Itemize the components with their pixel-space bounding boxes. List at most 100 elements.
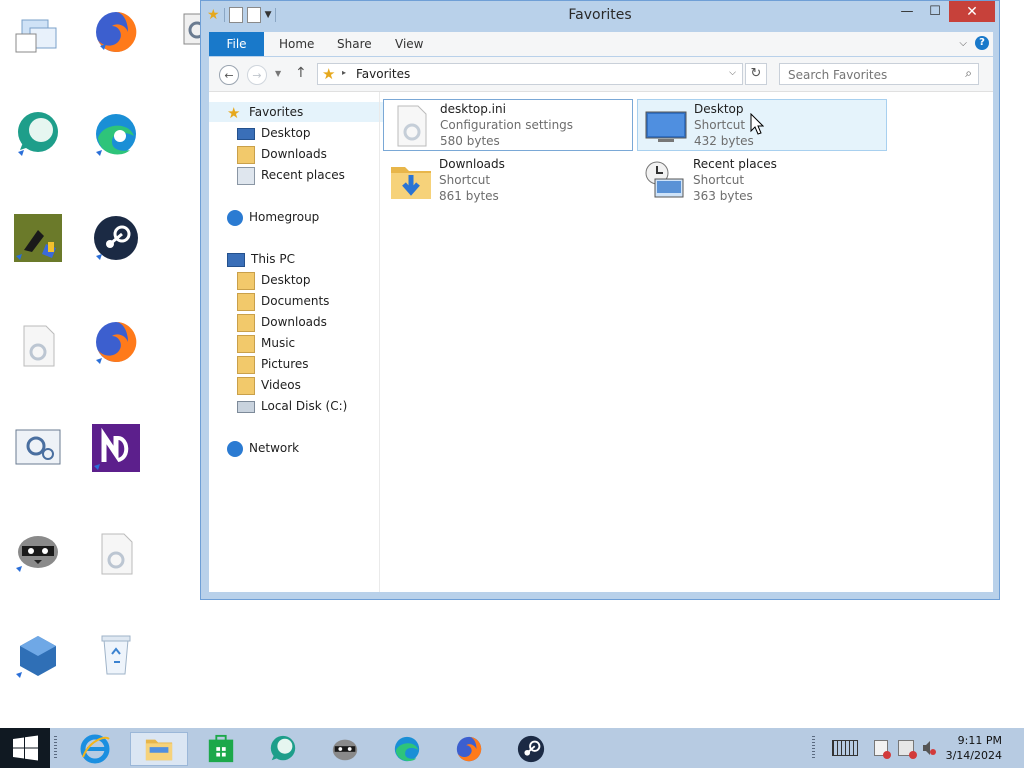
steam-icon[interactable] bbox=[92, 214, 140, 262]
taskbar-file-explorer[interactable] bbox=[130, 732, 188, 766]
taskbar-internet-explorer[interactable] bbox=[66, 732, 124, 766]
firefox-icon bbox=[456, 736, 482, 762]
sidebar-item-homegroup[interactable]: Homegroup bbox=[227, 207, 319, 227]
address-bar[interactable]: ★ ▸ Favorites ⌵ bbox=[317, 63, 743, 85]
keyboard-icon[interactable] bbox=[832, 740, 858, 756]
taskbar-firefox[interactable] bbox=[440, 732, 498, 766]
search-box: ⌕ bbox=[779, 63, 979, 85]
sidebar-item-local-disk[interactable]: Local Disk (C:) bbox=[237, 396, 347, 416]
minimize-button[interactable]: — bbox=[893, 1, 921, 21]
chess-game-icon[interactable] bbox=[14, 214, 62, 262]
file-item[interactable]: Recent places Shortcut 363 bytes bbox=[637, 155, 887, 207]
recent-places-icon bbox=[645, 161, 684, 198]
tray-grip[interactable] bbox=[812, 736, 815, 760]
close-button[interactable]: ✕ bbox=[949, 1, 995, 22]
file-name: Recent places bbox=[693, 157, 777, 171]
taskbar-edge[interactable] bbox=[378, 732, 436, 766]
address-dropdown-icon[interactable]: ⌵ bbox=[729, 68, 736, 78]
edge-icon[interactable] bbox=[92, 110, 140, 158]
sidebar-item-this-pc[interactable]: This PC bbox=[227, 249, 295, 269]
maximize-button[interactable]: ☐ bbox=[921, 1, 949, 21]
recent-locations-icon[interactable]: ▼ bbox=[275, 69, 281, 78]
taskbar-grip[interactable] bbox=[54, 736, 57, 760]
search-icon[interactable]: ⌕ bbox=[965, 66, 972, 81]
virtualbox-icon[interactable] bbox=[14, 632, 62, 680]
notepadplusplus-icon[interactable] bbox=[92, 424, 140, 472]
clock-time: 9:11 PM bbox=[957, 734, 1002, 747]
network-status-icon[interactable] bbox=[898, 740, 917, 759]
up-arrow-icon[interactable]: ↑ bbox=[295, 65, 307, 81]
tab-file[interactable]: File bbox=[209, 32, 264, 56]
volume-muted-icon[interactable] bbox=[922, 740, 936, 756]
file-size: 861 bytes bbox=[439, 189, 499, 203]
config-file-icon bbox=[397, 105, 427, 147]
clock[interactable]: 9:11 PM 3/14/2024 bbox=[946, 733, 1002, 763]
firefox-icon[interactable] bbox=[92, 318, 140, 366]
back-button[interactable]: ← bbox=[219, 65, 239, 85]
breadcrumb[interactable]: Favorites bbox=[356, 67, 410, 81]
content-area: ★ Favorites Desktop Downloads Recent plac… bbox=[209, 92, 993, 592]
forward-button[interactable]: → bbox=[247, 65, 267, 85]
taskbar: 9:11 PM 3/14/2024 bbox=[0, 728, 1024, 768]
search-input[interactable] bbox=[786, 66, 954, 84]
expand-ribbon-icon[interactable]: ⌵ bbox=[959, 38, 967, 49]
sidebar-item-desktop[interactable]: Desktop bbox=[237, 123, 311, 143]
firefox-icon[interactable] bbox=[92, 8, 140, 56]
help-icon[interactable]: ? bbox=[975, 36, 989, 50]
title-bar[interactable]: ★ ▼ Favorites — ☐ ✕ bbox=[201, 1, 999, 31]
sidebar-item-pc-desktop[interactable]: Desktop bbox=[237, 270, 311, 290]
folder-icon bbox=[237, 271, 255, 290]
taskbar-raccoon-app[interactable] bbox=[316, 732, 374, 766]
raccoon-app-icon bbox=[332, 739, 358, 761]
start-button[interactable] bbox=[0, 728, 50, 768]
refresh-button[interactable]: ↻ bbox=[745, 63, 767, 85]
file-type: Shortcut bbox=[439, 173, 491, 187]
taskbar-store[interactable] bbox=[192, 732, 250, 766]
sidebar-item-downloads[interactable]: Downloads bbox=[237, 144, 327, 164]
recycle-bin-icon[interactable] bbox=[92, 630, 140, 678]
file-item[interactable]: Downloads Shortcut 861 bytes bbox=[383, 155, 633, 207]
desktop-monitor-icon bbox=[237, 127, 255, 140]
favorites-star-icon: ★ bbox=[322, 65, 336, 83]
action-center-icon[interactable] bbox=[874, 740, 891, 759]
tab-view[interactable]: View bbox=[395, 32, 423, 56]
file-name: Downloads bbox=[439, 157, 505, 171]
ini-file-icon[interactable] bbox=[14, 322, 62, 370]
file-item[interactable]: desktop.ini Configuration settings 580 b… bbox=[383, 99, 633, 151]
sidebar-item-favorites[interactable]: ★ Favorites bbox=[209, 102, 383, 122]
edge-icon bbox=[394, 736, 420, 762]
file-type: Configuration settings bbox=[440, 118, 574, 132]
chat-app-icon[interactable] bbox=[14, 110, 62, 158]
windows-logo-icon bbox=[13, 735, 38, 761]
tab-home[interactable]: Home bbox=[279, 32, 314, 56]
recent-places-icon bbox=[237, 166, 255, 185]
sidebar-item-videos[interactable]: Videos bbox=[237, 375, 301, 395]
sidebar-item-pictures[interactable]: Pictures bbox=[237, 354, 309, 374]
breadcrumb-chevron-icon[interactable]: ▸ bbox=[342, 68, 346, 77]
file-type: Shortcut bbox=[693, 173, 745, 187]
taskbar-chat-app[interactable] bbox=[254, 732, 312, 766]
raccoon-app-icon[interactable] bbox=[14, 526, 62, 574]
documents-folder-icon bbox=[237, 292, 255, 311]
taskbar-steam[interactable] bbox=[502, 732, 560, 766]
sidebar-item-documents[interactable]: Documents bbox=[237, 291, 329, 311]
videos-folder-icon bbox=[237, 376, 255, 395]
favorites-star-icon: ★ bbox=[227, 103, 241, 122]
sidebar-item-recent-places[interactable]: Recent places bbox=[237, 165, 345, 185]
sidebar-item-pc-downloads[interactable]: Downloads bbox=[237, 312, 327, 332]
downloads-folder-icon bbox=[237, 313, 255, 332]
network-windows-icon[interactable] bbox=[14, 12, 62, 60]
pane-divider[interactable] bbox=[379, 92, 380, 592]
tab-share[interactable]: Share bbox=[337, 32, 372, 56]
sidebar-item-network[interactable]: Network bbox=[227, 438, 299, 458]
config-file-icon[interactable] bbox=[92, 530, 140, 578]
window-title: Favorites bbox=[568, 7, 632, 23]
sidebar-item-music[interactable]: Music bbox=[237, 333, 295, 353]
desktop-monitor-icon bbox=[645, 111, 687, 142]
file-size: 580 bytes bbox=[440, 134, 500, 148]
settings-app-icon[interactable] bbox=[14, 424, 62, 472]
config-shortcut-icon[interactable] bbox=[172, 12, 211, 60]
file-size: 363 bytes bbox=[693, 189, 753, 203]
mouse-cursor-icon bbox=[750, 113, 764, 135]
explorer-window: ★ ▼ Favorites — ☐ ✕ File Home Share View… bbox=[200, 0, 1000, 600]
